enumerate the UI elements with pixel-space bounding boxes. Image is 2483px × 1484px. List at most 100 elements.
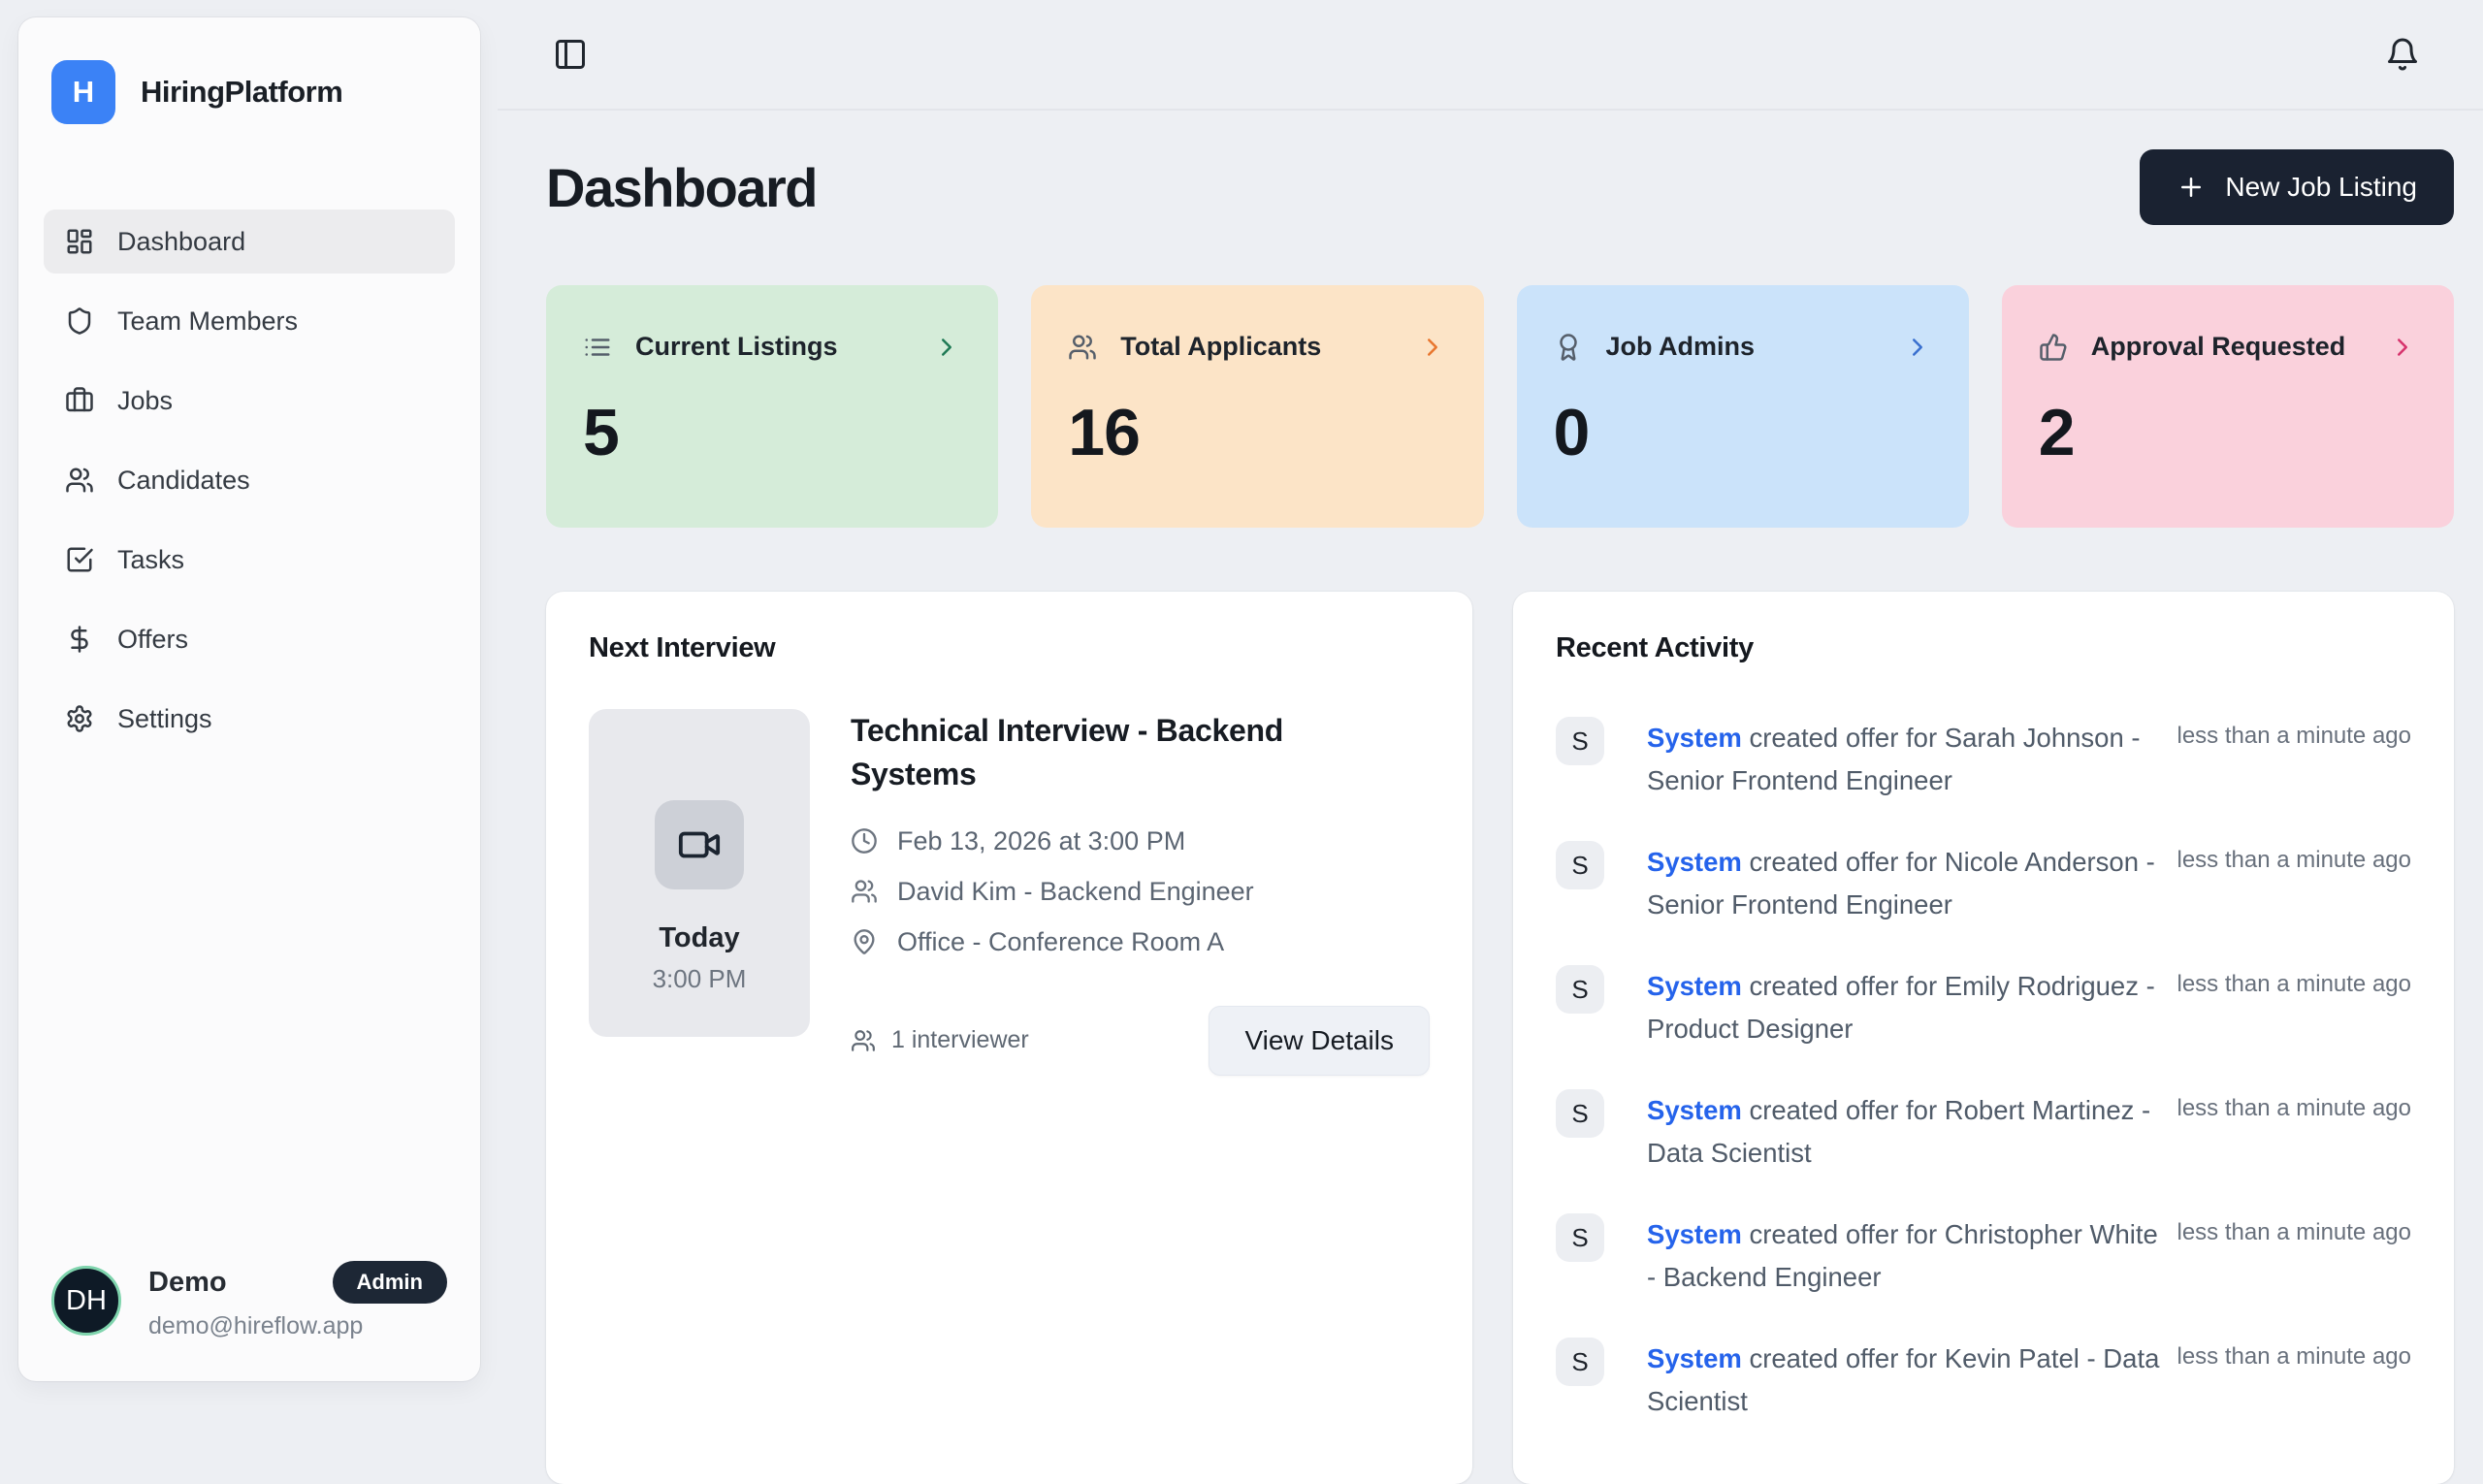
stat-value: 0 xyxy=(1554,395,1932,470)
sidebar-item-label: Tasks xyxy=(117,545,184,575)
briefcase-icon xyxy=(65,386,94,415)
activity-actor-link[interactable]: System xyxy=(1647,1343,1742,1373)
activity-item: S System created offer for Emily Rodrigu… xyxy=(1556,965,2411,1050)
sidebar-item-label: Dashboard xyxy=(117,227,245,257)
interview-footer: 1 interviewer View Details xyxy=(851,1006,1430,1076)
users-icon xyxy=(1068,333,1097,362)
topbar xyxy=(498,0,2483,111)
activity-actor-link[interactable]: System xyxy=(1647,847,1742,877)
activity-item: S System created offer for Nicole Anders… xyxy=(1556,841,2411,926)
layout-dashboard-icon xyxy=(65,227,94,256)
gear-icon xyxy=(65,704,94,733)
interview-row: Today 3:00 PM Technical Interview - Back… xyxy=(589,709,1430,1076)
page-title: Dashboard xyxy=(546,156,817,219)
user-name: Demo xyxy=(148,1267,227,1299)
activity-item: S System created offer for Christopher W… xyxy=(1556,1213,2411,1299)
users-icon xyxy=(851,1028,876,1053)
sidebar-item-label: Team Members xyxy=(117,306,298,337)
activity-list: S System created offer for Sarah Johnson… xyxy=(1556,717,2411,1423)
user-card[interactable]: DH Demo Admin demo@hireflow.app xyxy=(44,1261,455,1340)
stat-card-total-applicants[interactable]: Total Applicants 16 xyxy=(1031,285,1483,528)
activity-timestamp: less than a minute ago xyxy=(2177,1213,2412,1246)
chevron-right-icon xyxy=(1903,333,1932,362)
interview-location: Office - Conference Room A xyxy=(897,927,1224,957)
map-pin-icon xyxy=(851,928,878,955)
square-check-icon xyxy=(65,545,94,574)
plus-icon xyxy=(2177,173,2206,202)
new-job-listing-button[interactable]: New Job Listing xyxy=(2140,149,2454,225)
users-icon xyxy=(65,466,94,495)
stat-label: Current Listings xyxy=(635,332,838,362)
activity-actor-link[interactable]: System xyxy=(1647,1219,1742,1249)
interview-datetime-row: Feb 13, 2026 at 3:00 PM xyxy=(851,826,1430,856)
brand-logo-letter: H xyxy=(73,75,94,110)
sidebar-item-jobs[interactable]: Jobs xyxy=(44,369,455,433)
sidebar-item-settings[interactable]: Settings xyxy=(44,687,455,751)
stat-label: Approval Requested xyxy=(2091,332,2346,362)
chevron-right-icon xyxy=(932,333,961,362)
stat-label: Job Admins xyxy=(1606,332,1756,362)
activity-text: System created offer for Christopher Whi… xyxy=(1647,1213,2161,1299)
avatar-initials: DH xyxy=(66,1285,107,1317)
users-icon xyxy=(851,878,878,905)
brand: H HiringPlatform xyxy=(51,60,447,124)
stat-value: 2 xyxy=(2039,395,2417,470)
main-area: Dashboard New Job Listing Current Listin… xyxy=(498,0,2483,1397)
activity-avatar: S xyxy=(1556,1089,1604,1138)
user-info: Demo Admin demo@hireflow.app xyxy=(148,1261,447,1340)
brand-logo: H xyxy=(51,60,115,124)
sidebar-toggle-button[interactable] xyxy=(553,37,588,72)
stat-card-approval-requested[interactable]: Approval Requested 2 xyxy=(2002,285,2454,528)
view-details-button[interactable]: View Details xyxy=(1209,1006,1430,1076)
user-email: demo@hireflow.app xyxy=(148,1312,447,1340)
activity-avatar: S xyxy=(1556,841,1604,889)
content: Dashboard New Job Listing Current Listin… xyxy=(498,111,2483,1484)
panels-row: Next Interview Today 3:00 PM Technical I… xyxy=(546,592,2454,1484)
sidebar-item-team-members[interactable]: Team Members xyxy=(44,289,455,353)
interview-datetime: Feb 13, 2026 at 3:00 PM xyxy=(897,826,1185,856)
list-icon xyxy=(583,333,612,362)
notifications-button[interactable] xyxy=(2385,37,2420,72)
sidebar-nav: Dashboard Team Members Jobs Candidates xyxy=(44,210,455,751)
sidebar-item-label: Jobs xyxy=(117,386,173,416)
sidebar: H HiringPlatform Dashboard Team Members xyxy=(18,17,480,1381)
interview-person: David Kim - Backend Engineer xyxy=(897,877,1254,907)
activity-text: System created offer for Kevin Patel - D… xyxy=(1647,1338,2161,1423)
activity-text: System created offer for Nicole Anderson… xyxy=(1647,841,2161,926)
sidebar-item-label: Offers xyxy=(117,625,188,655)
activity-timestamp: less than a minute ago xyxy=(2177,717,2412,750)
stat-card-job-admins[interactable]: Job Admins 0 xyxy=(1517,285,1969,528)
recent-activity-card: Recent Activity S System created offer f… xyxy=(1513,592,2454,1484)
video-icon xyxy=(655,800,744,889)
sidebar-item-offers[interactable]: Offers xyxy=(44,607,455,671)
activity-actor-link[interactable]: System xyxy=(1647,971,1742,1001)
activity-avatar: S xyxy=(1556,965,1604,1014)
activity-actor-link[interactable]: System xyxy=(1647,1095,1742,1125)
stat-value: 5 xyxy=(583,395,961,470)
sidebar-item-dashboard[interactable]: Dashboard xyxy=(44,210,455,274)
activity-timestamp: less than a minute ago xyxy=(2177,1338,2412,1371)
brand-name: HiringPlatform xyxy=(141,75,342,110)
activity-text: System created offer for Robert Martinez… xyxy=(1647,1089,2161,1175)
interviewer-count-label: 1 interviewer xyxy=(891,1026,1029,1054)
activity-text: System created offer for Sarah Johnson -… xyxy=(1647,717,2161,802)
next-interview-card: Next Interview Today 3:00 PM Technical I… xyxy=(546,592,1472,1484)
dollar-icon xyxy=(65,625,94,654)
sidebar-item-label: Candidates xyxy=(117,466,250,496)
stat-card-current-listings[interactable]: Current Listings 5 xyxy=(546,285,998,528)
interview-title: Technical Interview - Backend Systems xyxy=(851,709,1336,797)
interview-date-tile: Today 3:00 PM xyxy=(589,709,810,1037)
interview-person-row: David Kim - Backend Engineer xyxy=(851,877,1430,907)
stats-row: Current Listings 5 Total Applicants xyxy=(546,285,2454,528)
sidebar-item-tasks[interactable]: Tasks xyxy=(44,528,455,592)
interview-details: Technical Interview - Backend Systems Fe… xyxy=(851,709,1430,1076)
sidebar-item-candidates[interactable]: Candidates xyxy=(44,448,455,512)
activity-timestamp: less than a minute ago xyxy=(2177,1089,2412,1122)
activity-avatar: S xyxy=(1556,1338,1604,1386)
stat-label: Total Applicants xyxy=(1120,332,1321,362)
shield-icon xyxy=(65,306,94,336)
activity-avatar: S xyxy=(1556,1213,1604,1262)
activity-actor-link[interactable]: System xyxy=(1647,723,1742,753)
new-job-listing-label: New Job Listing xyxy=(2225,172,2417,203)
interviewer-count: 1 interviewer xyxy=(851,1026,1029,1054)
